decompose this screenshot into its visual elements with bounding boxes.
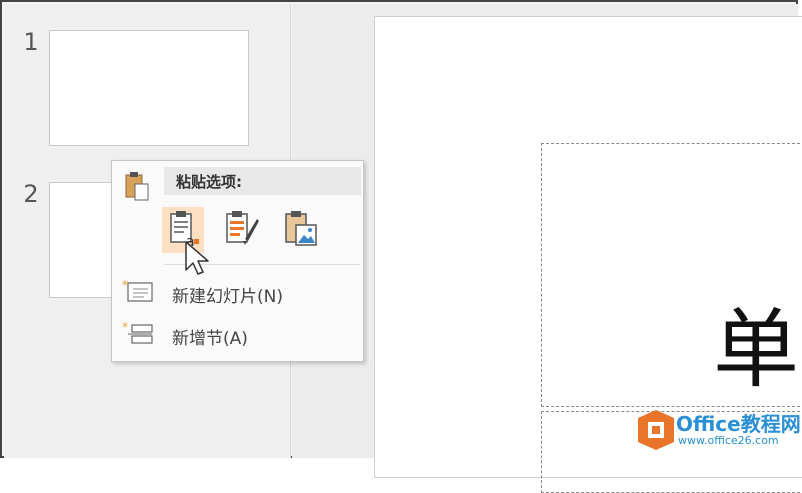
slide-number-2: 2	[23, 180, 39, 208]
svg-text:*: *	[122, 321, 128, 334]
svg-text:*: *	[122, 279, 128, 292]
paste-keep-format-icon	[226, 211, 259, 245]
title-text: 单	[713, 300, 799, 400]
slide-editing-area: 单	[292, 4, 802, 493]
add-section-icon: *	[122, 320, 154, 351]
clipboard-icon	[124, 171, 150, 205]
add-section-label: 新增节(A)	[172, 329, 248, 349]
mouse-cursor-icon	[184, 240, 212, 282]
paste-option-picture[interactable]	[280, 207, 322, 253]
watermark-title: Office教程网	[676, 412, 801, 436]
menu-item-new-slide[interactable]: * 新建幻灯片(N)	[112, 273, 361, 311]
watermark-url: www.office26.com	[678, 434, 779, 447]
slide-thumbnail-1[interactable]	[49, 30, 249, 146]
new-slide-label: 新建幻灯片(N)	[172, 287, 283, 307]
context-menu: 粘贴选项: a * 新建幻灯片(N) * 新增节(A)	[111, 160, 364, 362]
paste-option-keep-format[interactable]	[221, 207, 263, 253]
office-logo-icon	[638, 410, 674, 450]
paste-picture-icon	[285, 211, 317, 246]
new-slide-icon: *	[122, 278, 154, 309]
paste-options-label: 粘贴选项:	[176, 173, 242, 191]
menu-item-add-section[interactable]: * 新增节(A)	[112, 315, 361, 353]
watermark-logo: Office教程网 www.office26.com	[634, 404, 801, 458]
paste-options-header: 粘贴选项:	[164, 167, 361, 195]
slide-number-1: 1	[23, 28, 39, 56]
